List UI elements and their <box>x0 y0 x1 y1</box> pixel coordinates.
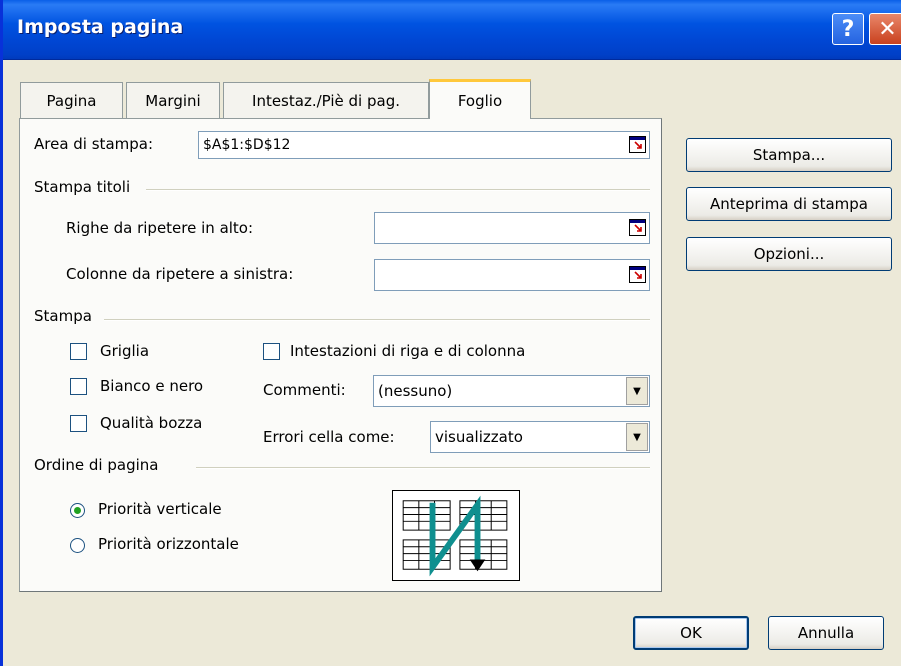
cell-errors-value: visualizzato <box>435 428 523 446</box>
black-white-label: Bianco e nero <box>100 377 204 395</box>
collapse-dialog-icon[interactable] <box>629 266 646 283</box>
gridlines-checkbox[interactable] <box>70 343 87 360</box>
print-area-label: Area di stampa: <box>34 135 154 153</box>
draft-quality-label: Qualità bozza <box>100 414 203 432</box>
rows-to-repeat-label: Righe da ripetere in alto: <box>66 219 254 237</box>
title-bar[interactable]: Imposta pagina ? ✕ <box>3 0 901 60</box>
options-button-label: Opzioni... <box>753 245 825 263</box>
tab-label: Foglio <box>457 91 503 110</box>
draft-quality-checkbox[interactable] <box>70 415 87 432</box>
over-then-down-label: Priorità orizzontale <box>98 535 239 553</box>
ok-button[interactable]: OK <box>633 616 749 650</box>
print-button-label: Stampa... <box>752 146 826 164</box>
page-order-diagram <box>392 490 520 581</box>
page-setup-dialog: Imposta pagina ? ✕ Pagina Margini Intest… <box>0 0 901 666</box>
print-heading: Stampa <box>34 307 98 325</box>
page-order-separator <box>196 467 650 469</box>
comments-label: Commenti: <box>263 381 346 399</box>
row-col-headings-label: Intestazioni di riga e di colonna <box>290 342 526 360</box>
tab-pagina[interactable]: Pagina <box>20 82 123 118</box>
tab-intestazioni[interactable]: Intestaz./Piè di pag. <box>223 82 429 118</box>
tab-margini[interactable]: Margini <box>126 82 220 118</box>
tab-panel-foglio: Area di stampa: $A$1:$D$12 Stampa titoli… <box>19 118 662 592</box>
print-area-input[interactable]: $A$1:$D$12 <box>198 131 650 159</box>
print-titles-heading: Stampa titoli <box>34 178 137 196</box>
collapse-dialog-icon[interactable] <box>629 136 646 153</box>
tab-foglio[interactable]: Foglio <box>429 79 531 119</box>
columns-to-repeat-input[interactable] <box>374 259 650 291</box>
gridlines-label: Griglia <box>100 342 150 360</box>
print-button[interactable]: Stampa... <box>686 138 892 172</box>
chevron-down-icon[interactable]: ▼ <box>626 377 648 405</box>
options-button[interactable]: Opzioni... <box>686 237 892 271</box>
page-order-heading: Ordine di pagina <box>34 456 165 474</box>
print-separator <box>104 319 650 321</box>
down-then-over-label: Priorità verticale <box>98 500 222 518</box>
row-col-headings-checkbox[interactable] <box>263 343 280 360</box>
close-icon[interactable]: ✕ <box>869 13 901 45</box>
comments-value: (nessuno) <box>378 382 453 400</box>
help-icon[interactable]: ? <box>832 13 864 45</box>
collapse-dialog-icon[interactable] <box>629 219 646 236</box>
down-then-over-radio[interactable] <box>70 503 85 518</box>
tab-label: Margini <box>145 91 201 110</box>
tab-label: Pagina <box>46 91 97 110</box>
ok-button-label: OK <box>680 624 702 642</box>
chevron-down-icon[interactable]: ▼ <box>626 423 648 451</box>
over-then-down-radio[interactable] <box>70 538 85 553</box>
rows-to-repeat-input[interactable] <box>374 212 650 244</box>
print-area-value: $A$1:$D$12 <box>203 137 291 153</box>
print-preview-button[interactable]: Anteprima di stampa <box>686 187 892 221</box>
columns-to-repeat-label: Colonne da ripetere a sinistra: <box>66 265 294 283</box>
window-title: Imposta pagina <box>17 16 184 38</box>
tab-label: Intestaz./Piè di pag. <box>252 91 400 110</box>
cancel-button-label: Annulla <box>797 624 855 642</box>
comments-select[interactable]: (nessuno) ▼ <box>373 375 650 407</box>
print-preview-button-label: Anteprima di stampa <box>710 195 868 213</box>
cell-errors-select[interactable]: visualizzato ▼ <box>430 421 650 453</box>
print-titles-separator <box>146 189 650 191</box>
black-white-checkbox[interactable] <box>70 378 87 395</box>
cancel-button[interactable]: Annulla <box>768 616 884 650</box>
cell-errors-label: Errori cella come: <box>263 428 395 446</box>
